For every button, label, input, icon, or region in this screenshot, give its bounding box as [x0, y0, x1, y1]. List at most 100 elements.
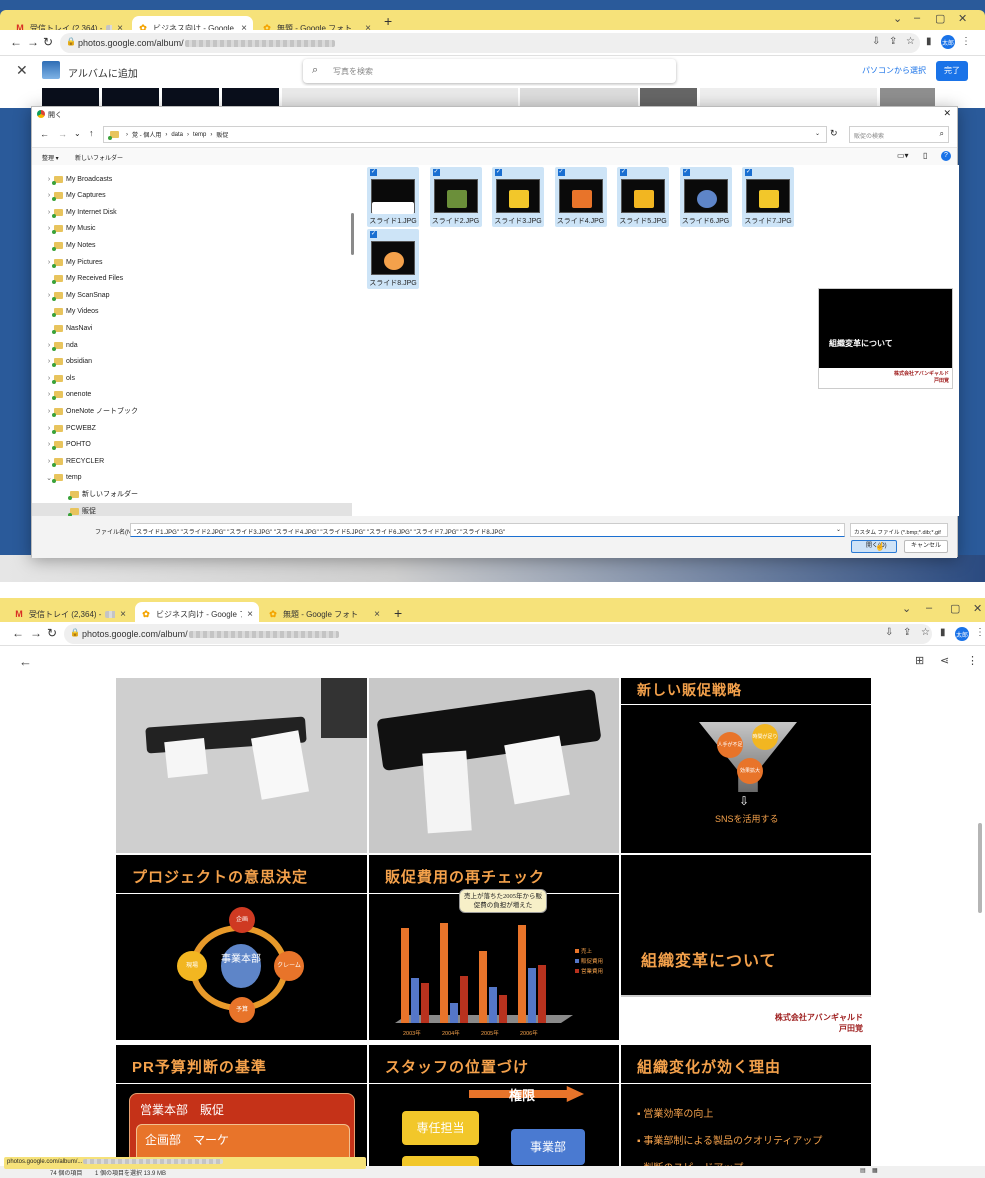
file-thumbnail[interactable]: ✓ スライド5.JPG — [617, 167, 669, 227]
filetype-select[interactable]: カスタム ファイル (*.bmp;*.dib;*.gif — [850, 523, 948, 537]
tree-item[interactable]: › My Captures — [32, 188, 352, 204]
up-icon[interactable]: ↑ — [89, 128, 94, 138]
tree-item[interactable]: › My ScanSnap — [32, 287, 352, 303]
tiles-view-icon[interactable]: ▦ — [872, 1167, 878, 1174]
avatar[interactable]: 太郎 — [941, 35, 955, 49]
tree-item[interactable]: › OneNote ノートブック — [32, 403, 352, 419]
file-thumbnail[interactable]: ✓ スライド3.JPG — [492, 167, 544, 227]
new-tab-icon[interactable]: + — [394, 605, 402, 621]
tree-item[interactable]: › PCWEBZ — [32, 420, 352, 436]
checkbox-icon[interactable]: ✓ — [432, 169, 440, 176]
more-icon[interactable]: ⋮ — [967, 654, 978, 667]
tree-item[interactable]: › My Broadcasts — [32, 171, 352, 187]
checkbox-icon[interactable]: ✓ — [682, 169, 690, 176]
forward-icon[interactable]: → — [58, 129, 67, 139]
organize-button[interactable]: 整理 ▾ — [42, 153, 59, 162]
install-icon[interactable]: ⇩ — [885, 627, 893, 638]
tree-item[interactable]: ⌄ temp — [32, 470, 352, 486]
checkbox-icon[interactable]: ✓ — [370, 169, 377, 176]
tree-item[interactable]: My Received Files — [32, 271, 352, 287]
checkbox-icon[interactable]: ✓ — [745, 169, 752, 176]
chevron-down-icon[interactable]: ⌄ — [902, 602, 911, 615]
tree-item[interactable]: NasNavi — [32, 320, 352, 336]
star-icon[interactable]: ☆ — [906, 36, 915, 47]
tree-item[interactable]: › ols — [32, 370, 352, 386]
share-icon[interactable]: ⇪ — [903, 627, 911, 638]
file-thumbnail[interactable]: ✓ スライド1.JPG — [367, 167, 419, 227]
file-thumbnail[interactable]: ✓ スライド8.JPG — [367, 229, 419, 289]
back-icon[interactable]: ← — [12, 626, 24, 640]
reload-icon[interactable]: ↻ — [43, 35, 53, 49]
tree-item[interactable]: › My Pictures — [32, 254, 352, 270]
cancel-button[interactable]: キャンセル — [904, 540, 948, 553]
preview-pane-icon[interactable]: ▯ — [923, 151, 927, 160]
help-icon[interactable]: ? — [941, 151, 951, 161]
add-to-album-icon[interactable]: ⊞ — [915, 654, 924, 667]
share-icon[interactable]: ⇪ — [889, 36, 897, 47]
maximize-icon[interactable]: ▢ — [950, 602, 960, 615]
open-button[interactable]: 開く(O) — [851, 540, 897, 553]
install-icon[interactable]: ⇩ — [872, 36, 880, 47]
back-icon[interactable]: ← — [40, 129, 49, 139]
breadcrumb-item[interactable]: data — [171, 132, 183, 138]
tree-item[interactable]: › onenote — [32, 387, 352, 403]
minimize-icon[interactable]: – — [926, 602, 932, 614]
new-tab-icon[interactable]: + — [384, 13, 392, 29]
breadcrumb-item[interactable]: temp — [193, 132, 206, 138]
chevron-down-icon[interactable]: ⌄ — [815, 130, 820, 137]
upload-from-pc-button[interactable]: パソコンから選択 — [862, 65, 926, 76]
forward-icon[interactable]: → — [27, 35, 39, 49]
tree-item[interactable]: My Notes — [32, 237, 352, 253]
checkbox-icon[interactable]: ✓ — [557, 169, 565, 176]
tree-item[interactable]: › RECYCLER — [32, 453, 352, 469]
tree-item[interactable]: › nda — [32, 337, 352, 353]
checkbox-icon[interactable]: ✓ — [370, 231, 377, 238]
forward-icon[interactable]: → — [30, 626, 42, 640]
close-icon[interactable]: × — [247, 609, 253, 620]
breadcrumb-item[interactable]: 販促 — [216, 130, 228, 139]
close-icon[interactable]: × — [374, 609, 380, 620]
close-window-icon[interactable]: ✕ — [958, 12, 967, 25]
sidepanel-icon[interactable]: ▮ — [926, 36, 932, 47]
back-icon[interactable]: ← — [10, 35, 22, 49]
search-input[interactable]: ⌕ 写真を検索 — [303, 59, 676, 83]
breadcrumb-item[interactable]: 覚 - 個人用 — [132, 130, 161, 139]
menu-icon[interactable]: ⋮ — [975, 627, 985, 638]
reload-icon[interactable]: ↻ — [47, 626, 57, 640]
file-thumbnail[interactable]: ✓ スライド6.JPG — [679, 167, 732, 227]
tree-item[interactable]: 販促 — [32, 503, 352, 516]
refresh-icon[interactable]: ↻ — [830, 128, 838, 139]
chevron-down-icon[interactable]: ⌄ — [74, 129, 81, 138]
minimize-icon[interactable]: – — [914, 12, 920, 24]
star-icon[interactable]: ☆ — [921, 627, 930, 638]
avatar[interactable]: 太郎 — [955, 627, 969, 641]
checkbox-icon[interactable]: ✓ — [620, 169, 627, 176]
tree-item[interactable]: › obsidian — [32, 354, 352, 370]
address-bar[interactable]: 🔒 photos.google.com/album/ — [60, 33, 920, 53]
address-bar[interactable]: 🔒 photos.google.com/album/ — [64, 624, 932, 644]
view-options-icon[interactable]: ▭▾ — [897, 151, 909, 160]
tree-item[interactable]: 新しいフォルダー — [32, 486, 352, 502]
sidepanel-icon[interactable]: ▮ — [940, 627, 946, 638]
checkbox-icon[interactable]: ✓ — [495, 169, 502, 176]
folder-search-input[interactable]: 販促の検索 ⌕ — [849, 126, 949, 143]
chevron-down-icon[interactable]: ⌄ — [836, 526, 841, 533]
file-thumbnail[interactable]: ✓ スライド7.JPG — [742, 167, 794, 227]
breadcrumb[interactable]: › 覚 - 個人用 › data › temp › 販促 ⌄ — [103, 126, 827, 143]
details-view-icon[interactable]: ▤ — [860, 1167, 866, 1174]
close-window-icon[interactable]: ✕ — [973, 602, 982, 615]
file-thumbnail[interactable]: ✓ スライド4.JPG — [554, 167, 607, 227]
back-arrow-icon[interactable]: ← — [19, 654, 32, 669]
tree-item[interactable]: My Videos — [32, 304, 352, 320]
maximize-icon[interactable]: ▢ — [935, 12, 945, 25]
tree-item[interactable]: › My Internet Disk — [32, 204, 352, 220]
page-scrollbar[interactable] — [978, 823, 982, 913]
tree-item[interactable]: › My Music — [32, 221, 352, 237]
close-icon[interactable]: × — [120, 609, 126, 620]
chevron-down-icon[interactable]: ⌄ — [893, 12, 902, 25]
tree-item[interactable]: › POHTO — [32, 437, 352, 453]
done-button[interactable]: 完了 — [936, 61, 968, 81]
new-folder-button[interactable]: 新しいフォルダー — [75, 153, 123, 162]
filename-field[interactable]: "スライド1.JPG" "スライド2.JPG" "スライド3.JPG" "スライ… — [130, 523, 845, 537]
close-dialog-icon[interactable]: ✕ — [943, 108, 951, 119]
